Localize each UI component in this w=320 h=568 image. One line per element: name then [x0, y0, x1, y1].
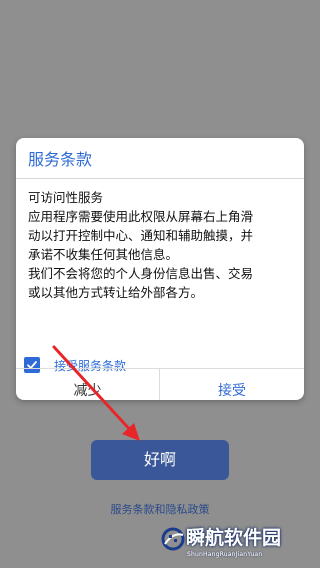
watermark-subtitle: ShunHangRuanJianYuan: [187, 551, 263, 558]
arrow-annotation-icon: [52, 345, 140, 441]
watermark: 瞬航软件园 ShunHangRuanJianYuan: [160, 524, 310, 564]
watermark-title: 瞬航软件园: [186, 527, 282, 549]
watermark-logo-icon: [161, 527, 185, 551]
